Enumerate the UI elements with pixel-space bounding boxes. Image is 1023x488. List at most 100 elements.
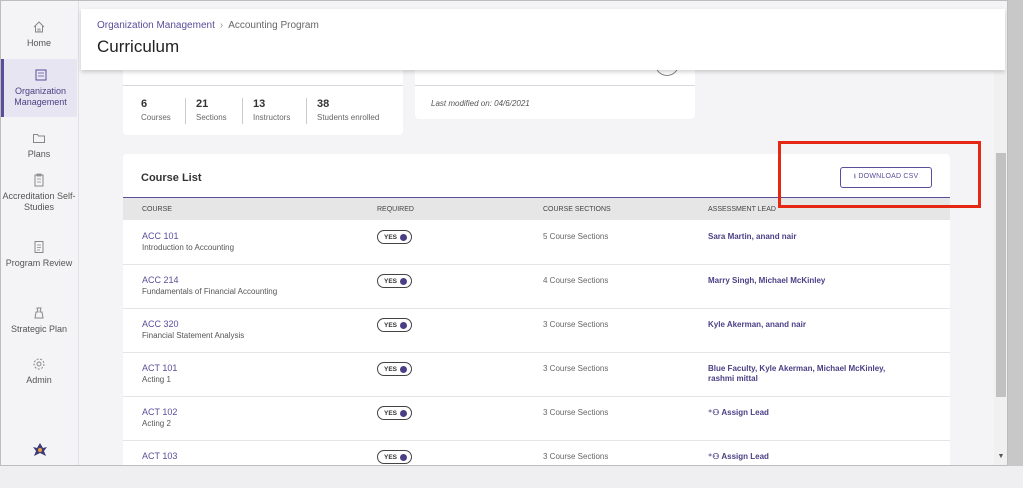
course-code-link[interactable]: ACC 101 xyxy=(142,231,179,241)
assessment-lead: Marry Singh, Michael McKinley xyxy=(708,276,826,285)
sidebar-item-organization-management[interactable]: Organization Management xyxy=(1,59,77,117)
add-person-icon: ⁺⚇ xyxy=(708,452,720,461)
document-icon xyxy=(34,241,44,253)
divider xyxy=(415,85,695,86)
divider xyxy=(242,98,243,124)
required-toggle[interactable]: YES xyxy=(377,318,412,332)
table-row: ACC 214 Fundamentals of Financial Accoun… xyxy=(123,265,950,309)
toggle-label: YES xyxy=(384,410,398,417)
course-sections: 3 Course Sections xyxy=(543,320,609,329)
breadcrumb-separator-icon: › xyxy=(219,20,224,31)
breadcrumb-current: Accounting Program xyxy=(228,20,319,31)
download-csv-label: DOWNLOAD CSV xyxy=(858,173,919,180)
home-icon xyxy=(33,21,45,33)
table-row: ACT 102 Acting 2 YES 3 Course Sections ⁺… xyxy=(123,397,950,441)
assign-lead-button[interactable]: ⁺⚇ Assign Lead xyxy=(708,408,888,418)
assessment-lead: Kyle Akerman, anand nair xyxy=(708,320,806,329)
column-header-course-sections[interactable]: COURSE SECTIONS xyxy=(543,206,611,213)
toggle-knob xyxy=(400,278,407,285)
sidebar-item-label: Home xyxy=(26,38,51,48)
table-row: ACC 101 Introduction to Accounting YES 5… xyxy=(123,221,950,265)
course-name: Financial Statement Analysis xyxy=(142,331,245,340)
course-code-link[interactable]: ACT 101 xyxy=(142,363,177,373)
assign-lead-button[interactable]: ⁺⚇ Assign Lead xyxy=(708,452,888,462)
sidebar-item-label: Program Review xyxy=(5,258,73,268)
column-header-assessment-lead[interactable]: ASSESSMENT LEAD xyxy=(708,206,776,213)
breadcrumb: Organization Management › Accounting Progr… xyxy=(97,20,319,31)
gear-icon xyxy=(33,358,45,370)
course-code-link[interactable]: ACT 102 xyxy=(142,407,177,417)
divider xyxy=(123,85,403,86)
clipboard-icon xyxy=(34,173,44,187)
toggle-knob xyxy=(400,410,407,417)
sidebar-item-strategic-plan[interactable]: Strategic Plan xyxy=(1,305,77,335)
sidebar-item-program-review[interactable]: Program Review xyxy=(1,239,77,269)
assign-lead-label: Assign Lead xyxy=(721,452,769,461)
sidebar-item-label: Accreditation Self-Studies xyxy=(2,191,76,212)
course-sections: 5 Course Sections xyxy=(543,232,609,241)
course-code-link[interactable]: ACC 214 xyxy=(142,275,179,285)
sidebar: Home Organization Management Plans Accre… xyxy=(1,1,79,465)
sidebar-item-home[interactable]: Home xyxy=(1,19,77,49)
window-edge xyxy=(1008,0,1023,466)
course-name: Fundamentals of Financial Accounting xyxy=(142,287,278,296)
breadcrumb-organization-management[interactable]: Organization Management xyxy=(97,20,215,31)
divider xyxy=(306,98,307,124)
window-edge xyxy=(0,466,1023,488)
download-icon: ⭳ xyxy=(853,173,857,180)
scrollbar-thumb[interactable] xyxy=(996,153,1006,397)
organization-icon xyxy=(35,69,46,81)
course-name: Acting 1 xyxy=(142,375,171,384)
sidebar-item-label: Strategic Plan xyxy=(10,324,68,334)
stat-label: Instructors xyxy=(253,113,291,122)
course-code-link[interactable]: ACT 103 xyxy=(142,451,177,461)
course-list-card: Course List ⭳ DOWNLOAD CSV COURSE REQUIR… xyxy=(123,154,950,465)
toggle-knob xyxy=(400,322,407,329)
sidebar-item-plans[interactable]: Plans xyxy=(1,130,77,160)
toggle-knob xyxy=(400,234,407,241)
statistics-card: 6 Courses 21 Sections 13 Instructors 38 … xyxy=(123,59,403,135)
logo-icon xyxy=(33,443,47,456)
app-window: Home Organization Management Plans Accre… xyxy=(0,0,1008,466)
sidebar-item-label: Organization Management xyxy=(14,86,67,107)
toggle-knob xyxy=(400,454,407,461)
course-name: Acting 2 xyxy=(142,419,171,428)
sidebar-item-admin[interactable]: Admin xyxy=(1,356,77,386)
course-sections: 3 Course Sections xyxy=(543,452,609,461)
required-toggle[interactable]: YES xyxy=(377,450,412,464)
column-header-required[interactable]: REQUIRED xyxy=(377,206,414,213)
stat-value: 13 xyxy=(253,98,266,110)
course-sections: 4 Course Sections xyxy=(543,276,609,285)
course-sections: 3 Course Sections xyxy=(543,408,609,417)
table-row: ACT 101 Acting 1 YES 3 Course Sections B… xyxy=(123,353,950,397)
column-header-course[interactable]: COURSE xyxy=(142,206,172,213)
sidebar-item-label: Admin xyxy=(26,375,52,385)
sidebar-item-accreditation[interactable]: Accreditation Self-Studies xyxy=(1,172,77,213)
required-toggle[interactable]: YES xyxy=(377,406,412,420)
folder-icon xyxy=(33,134,45,143)
toggle-label: YES xyxy=(384,454,398,461)
sidebar-item-label: Plans xyxy=(27,149,51,159)
course-code-link[interactable]: ACC 320 xyxy=(142,319,179,329)
assign-lead-label: Assign Lead xyxy=(721,408,769,417)
stat-value: 38 xyxy=(317,98,330,110)
scroll-down-icon[interactable]: ▼ xyxy=(996,453,1006,463)
required-toggle[interactable]: YES xyxy=(377,230,412,244)
course-list-title: Course List xyxy=(141,172,202,184)
page-header: Organization Management › Accounting Progr… xyxy=(81,9,1005,70)
download-csv-button[interactable]: ⭳ DOWNLOAD CSV xyxy=(840,167,932,188)
stat-label: Courses xyxy=(141,113,171,122)
assessment-lead: Sara Martin, anand nair xyxy=(708,232,797,241)
table-header: COURSE REQUIRED COURSE SECTIONS ASSESSME… xyxy=(123,197,950,220)
last-modified-text: Last modified on: 04/6/2021 xyxy=(431,99,530,108)
page-title: Curriculum xyxy=(97,37,180,56)
stat-instructors: 13 Instructors xyxy=(253,98,290,122)
table-row: ACC 320 Financial Statement Analysis YES… xyxy=(123,309,950,353)
chess-icon xyxy=(34,307,44,319)
course-name: Introduction to Accounting xyxy=(142,243,235,252)
toggle-label: YES xyxy=(384,366,398,373)
stat-courses: 6 Courses xyxy=(141,98,171,122)
stat-label: Sections xyxy=(196,113,227,122)
required-toggle[interactable]: YES xyxy=(377,274,412,288)
required-toggle[interactable]: YES xyxy=(377,362,412,376)
